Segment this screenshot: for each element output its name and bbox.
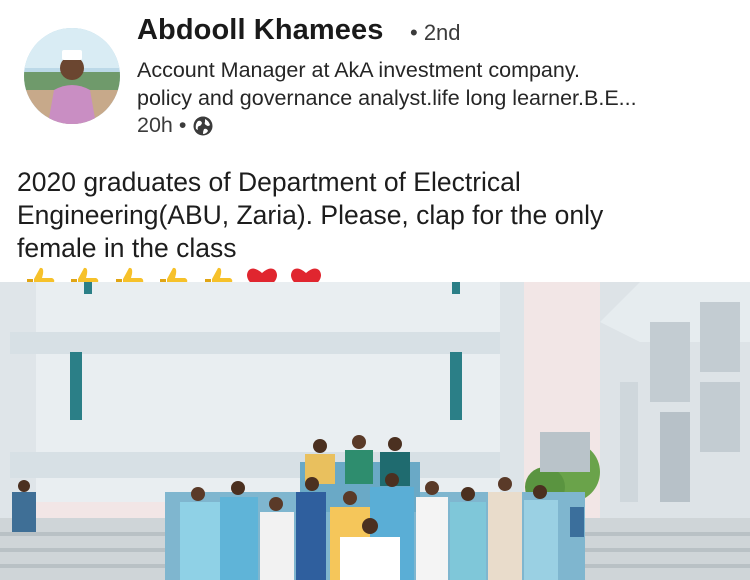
headline-line-1: Account Manager at AkA investment compan… <box>137 58 580 82</box>
author-name[interactable]: Abdooll Khamees <box>137 14 383 47</box>
post-line-2: Engineering(ABU, Zaria). Please, clap fo… <box>17 200 604 230</box>
post-meta: 20h • <box>137 113 214 138</box>
globe-icon <box>192 115 214 137</box>
graduation-group-photo <box>0 282 750 580</box>
author-avatar[interactable] <box>24 28 120 124</box>
avatar-photo <box>24 28 120 124</box>
post-image[interactable] <box>0 282 750 580</box>
headline-line-2: policy and governance analyst.life long … <box>137 86 637 110</box>
post-line-3-text: female in the class <box>17 233 237 263</box>
author-headline: Account Manager at AkA investment compan… <box>137 56 737 112</box>
post-text: 2020 graduates of Department of Electric… <box>17 166 737 300</box>
post-line-1: 2020 graduates of Department of Electric… <box>17 167 521 197</box>
connection-degree: • 2nd <box>410 20 461 45</box>
post-time: 20h • <box>137 113 187 137</box>
